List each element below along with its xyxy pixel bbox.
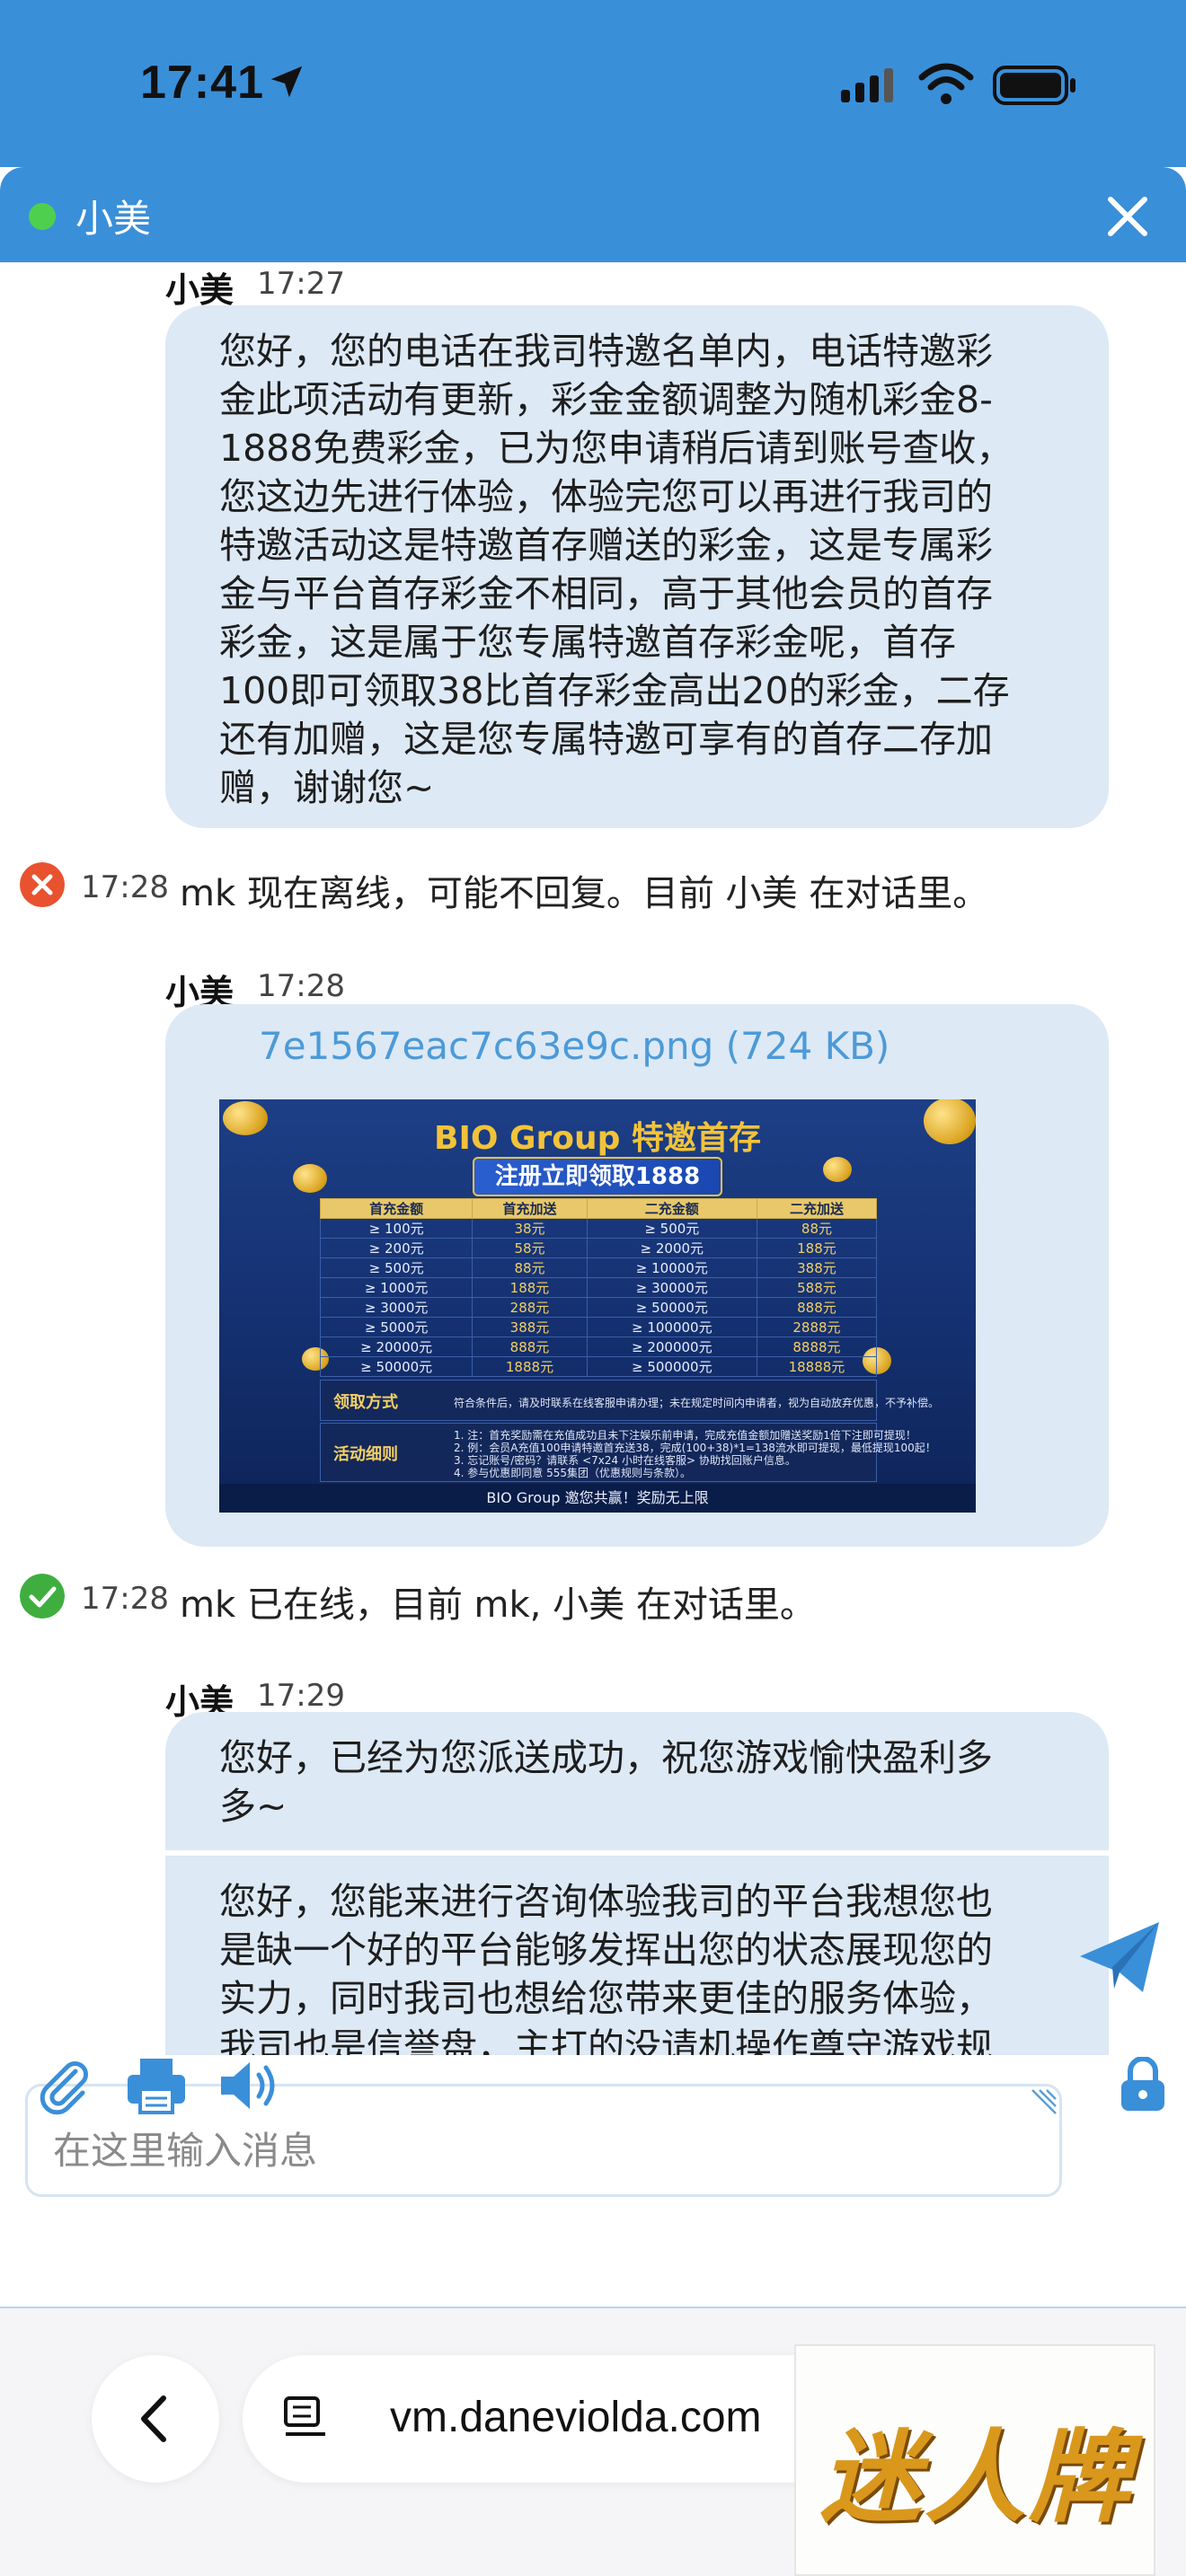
message-bubble: 您好，您能来进行咨询体验我司的平台我想您也 是缺一个好的平台能够发挥出您的状态展…	[165, 1856, 1109, 2055]
gold-coin-icon	[823, 1157, 852, 1182]
close-icon[interactable]	[1098, 187, 1157, 246]
wifi-icon	[918, 63, 974, 104]
sound-icon[interactable]	[216, 2053, 280, 2118]
offline-x-icon	[20, 862, 65, 907]
back-button[interactable]	[92, 2355, 219, 2483]
status-bar: 17:41	[0, 0, 1186, 167]
online-check-icon	[20, 1574, 65, 1619]
message-time: 17:27	[257, 266, 345, 302]
lock-icon[interactable]	[1118, 2057, 1168, 2113]
system-notice-text: mk 已在线，目前 mk, 小美 在对话里。	[180, 1584, 816, 1626]
print-icon[interactable]	[124, 2053, 189, 2118]
chat-window: 小美 小美 17:27 您好，您的电话在我司特邀名单内，电话特邀彩 金此项活动有…	[0, 167, 1186, 2308]
battery-icon	[993, 66, 1075, 105]
system-notice-offline: 17:28 mk 现在离线，可能不回复。目前 小美 在对话里。	[20, 862, 1170, 914]
chat-header: 小美	[0, 167, 1186, 262]
gold-coin-icon	[293, 1164, 327, 1193]
promo-footer: BIO Group 邀您共赢！奖励无上限	[219, 1484, 976, 1513]
message-sender: 小美	[165, 270, 235, 310]
system-notice-text: mk 现在离线，可能不回复。目前 小美 在对话里。	[180, 873, 989, 914]
message-bubble: 您好，已经为您派送成功，祝您游戏愉快盈利多 多~	[165, 1712, 1109, 1850]
page-menu-icon[interactable]	[282, 2395, 329, 2443]
message-input-placeholder: 在这里输入消息	[53, 2129, 318, 2173]
promo-claim-row: 领取方式 符合条件后，请及时联系在线客服申请办理；未在规定时间内申请者，视为自动…	[320, 1380, 939, 1421]
location-arrow-icon	[270, 66, 303, 98]
message-time: 17:29	[257, 1678, 345, 1714]
message-text: 您好，您能来进行咨询体验我司的平台我想您也 是缺一个好的平台能够发挥出您的状态展…	[219, 1880, 993, 2055]
status-time: 17:41	[140, 57, 264, 109]
message-text: 您好，您的电话在我司特邀名单内，电话特邀彩 金此项活动有更新，彩金金额调整为随机…	[219, 330, 1013, 809]
cellular-signal-icon	[841, 68, 893, 102]
chevron-left-icon	[141, 2395, 166, 2442]
online-status-dot	[29, 203, 56, 230]
message-time: 17:28	[257, 968, 345, 1004]
promo-rules-row: 活动细则 1. 注：首充奖励需在充值成功且未下注娱乐前申请，完成充值金额加赠送奖…	[320, 1423, 936, 1482]
system-notice-online: 17:28 mk 已在线，目前 mk, 小美 在对话里。	[20, 1574, 1170, 1626]
system-notice-time: 17:28	[81, 869, 169, 905]
resize-grip-icon[interactable]	[1029, 2088, 1058, 2117]
url-text: vm.daneviolda.com	[390, 2394, 762, 2441]
agent-name: 小美	[75, 197, 152, 241]
promo-title: BIO Group 特邀首存	[434, 1120, 761, 1157]
watermark-logo: 迷人牌	[794, 2344, 1155, 2576]
promo-bonus-table: 首充金额 首充加送 二充金额 二充加送 ≥ 100元 38元 ≥ 500元 88元 ≥…	[319, 1198, 878, 1377]
promo-image[interactable]: BIO Group 特邀首存 注册立即领取1888 首充金额 首充加送 二充金额…	[219, 1099, 976, 1513]
image-message-bubble: 7e1567eac7c63e9c.png (724 KB) BIO Group …	[165, 1004, 1109, 1547]
message-list[interactable]: 小美 17:27 您好，您的电话在我司特邀名单内，电话特邀彩 金此项活动有更新，…	[0, 262, 1186, 2055]
message-text: 您好，已经为您派送成功，祝您游戏愉快盈利多 多~	[219, 1736, 993, 1828]
promo-ribbon: 注册立即领取1888	[473, 1157, 722, 1196]
system-notice-time: 17:28	[81, 1581, 169, 1617]
message-bubble: 您好，您的电话在我司特邀名单内，电话特邀彩 金此项活动有更新，彩金金额调整为随机…	[165, 305, 1109, 828]
send-icon[interactable]	[1076, 1917, 1163, 1998]
attachment-link[interactable]: 7e1567eac7c63e9c.png (724 KB)	[259, 1024, 890, 1068]
watermark-text: 迷人牌	[820, 2419, 1133, 2536]
attach-icon[interactable]	[32, 2053, 97, 2118]
